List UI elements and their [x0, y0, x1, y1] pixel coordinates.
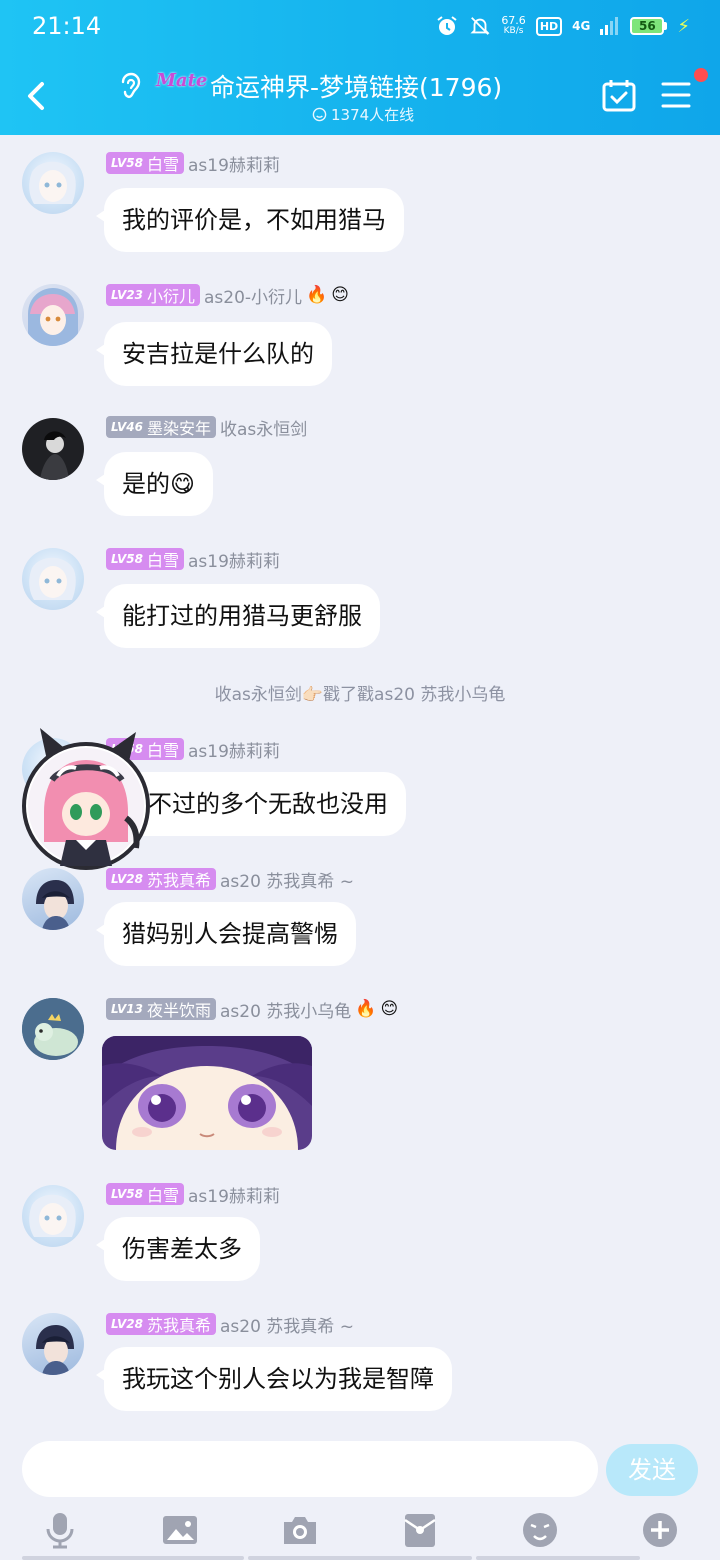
message-meta: LV58白雪 as19赫莉莉	[106, 1183, 280, 1207]
chat-message: LV58 白雪 as19赫莉莉 能打过的用猎马更舒服	[0, 548, 720, 658]
image-icon[interactable]	[160, 1510, 200, 1550]
send-button[interactable]: 发送	[606, 1444, 698, 1496]
battery-indicator: 56	[630, 17, 668, 35]
avatar[interactable]	[22, 548, 84, 610]
smile-flower-badge-icon: 😊	[380, 999, 399, 1019]
level-badge: LV13 夜半饮雨	[106, 998, 216, 1020]
chat-message: LV28 苏我真希 as20 苏我真希 ~ 我玩这个别人会以为我是智障	[0, 1313, 720, 1423]
message-bubble[interactable]: 伤害差太多	[96, 1217, 260, 1281]
chat-message: LV58 白雪 as19赫莉莉 伤害差太多	[0, 1183, 720, 1293]
avatar[interactable]	[22, 868, 84, 930]
message-bubble[interactable]: 是的😋	[95, 452, 214, 516]
notification-dot	[694, 68, 708, 82]
smile-flower-badge-icon: 😊	[331, 285, 349, 305]
user-subtitle: as20-小衍儿	[204, 287, 303, 308]
fire-badge-icon: 🔥	[306, 285, 328, 305]
app-header: 21:14 67.6 KB/s HD 4G 56 ⚡ Mate 命运神界-梦境链接…	[0, 0, 720, 135]
camera-icon[interactable]	[280, 1510, 320, 1550]
message-input[interactable]	[22, 1441, 598, 1497]
smile-circle-icon	[312, 107, 327, 122]
level-badge: LV58白雪	[106, 1183, 184, 1205]
chat-message: LV28 苏我真希 as20 苏我真希 ~ 猎妈别人会提高警惕	[0, 868, 720, 978]
message-meta: LV28 苏我真希 as20 苏我真希 ~	[106, 1313, 354, 1337]
fire-badge-icon: 🔥	[355, 999, 377, 1019]
level-badge: LV28 苏我真希	[106, 1313, 216, 1335]
chat-message: LV46 墨染安年 收as永恒剑 是的😋	[0, 416, 720, 526]
mic-icon[interactable]	[40, 1510, 80, 1550]
network-type: 4G	[572, 19, 591, 33]
status-icons: 67.6 KB/s HD 4G 56 ⚡	[435, 14, 690, 38]
level-badge: LV23 小衍儿	[106, 284, 200, 306]
avatar[interactable]	[22, 152, 84, 214]
level-badge: LV58白雪	[106, 548, 184, 570]
message-bubble[interactable]: 猎妈别人会提高警惕	[96, 902, 356, 966]
message-bubble[interactable]: 我的评价是，不如用猎马	[96, 188, 404, 252]
alarm-icon	[437, 16, 457, 35]
input-toolbar	[0, 1506, 720, 1560]
checkin-calendar-icon[interactable]	[602, 78, 636, 112]
message-meta: LV13 夜半饮雨 as20 苏我小乌龟 🔥 😊	[106, 998, 399, 1022]
status-time: 21:14	[32, 12, 102, 40]
signal-icon	[600, 17, 619, 35]
ear-icon[interactable]	[118, 72, 144, 102]
avatar[interactable]	[22, 284, 84, 346]
avatar[interactable]	[22, 1313, 84, 1375]
user-subtitle: as19赫莉莉	[188, 551, 280, 572]
chat-nav-bar: Mate 命运神界-梦境链接(1796) 1374人在线	[0, 56, 720, 135]
chat-message: LV13 夜半饮雨 as20 苏我小乌龟 🔥 😊	[0, 998, 720, 1158]
user-subtitle: as20 苏我真希 ~	[220, 871, 354, 892]
message-meta: LV58白雪 as19赫莉莉	[106, 152, 280, 176]
chat-message: LV23 小衍儿 as20-小衍儿 🔥 😊 安吉拉是什么队的	[0, 284, 720, 394]
message-bubble[interactable]: 安吉拉是什么队的	[96, 322, 332, 386]
message-meta: LV28 苏我真希 as20 苏我真希 ~	[106, 868, 354, 892]
red-packet-icon[interactable]	[400, 1510, 440, 1550]
group-logo: Mate	[156, 70, 208, 91]
user-subtitle: as20 苏我真希 ~	[220, 1316, 354, 1337]
level-badge: LV28 苏我真希	[106, 868, 216, 890]
message-meta: LV23 小衍儿 as20-小衍儿 🔥 😊	[106, 284, 349, 308]
avatar[interactable]	[22, 1185, 84, 1247]
avatar[interactable]	[22, 418, 84, 480]
user-subtitle: 收as永恒剑	[220, 419, 308, 440]
level-badge: LV58白雪	[106, 152, 184, 174]
online-count: 1374人在线	[312, 104, 414, 125]
user-subtitle: as19赫莉莉	[188, 1186, 280, 1207]
message-meta: LV58白雪 as19赫莉莉	[106, 548, 280, 572]
chat-message: LV58 白雪 as19赫莉莉 我的评价是，不如用猎马	[0, 150, 720, 260]
sticker-image[interactable]	[102, 1036, 312, 1150]
level-badge: LV46 墨染安年	[106, 416, 216, 438]
plus-icon[interactable]	[640, 1510, 680, 1550]
user-subtitle: as19赫莉莉	[188, 155, 280, 176]
message-meta: LV46 墨染安年 收as永恒剑	[106, 416, 308, 440]
back-arrow-icon[interactable]	[22, 76, 52, 116]
emoji-icon[interactable]	[520, 1510, 560, 1550]
user-subtitle: as19赫莉莉	[188, 741, 280, 762]
mute-bell-icon	[470, 17, 490, 35]
message-bubble[interactable]: 我玩这个别人会以为我是智障	[96, 1347, 452, 1411]
user-subtitle: as20 苏我小乌龟	[220, 1001, 352, 1022]
menu-icon[interactable]	[660, 80, 692, 110]
floating-avatar-bubble[interactable]	[22, 728, 154, 870]
status-bar: 21:14 67.6 KB/s HD 4G 56 ⚡	[0, 0, 720, 56]
avatar[interactable]	[22, 998, 84, 1060]
network-speed: 67.6 KB/s	[501, 14, 526, 36]
charging-icon: ⚡	[677, 15, 690, 37]
hd-badge: HD	[535, 16, 563, 36]
group-title[interactable]: 命运神界-梦境链接(1796)	[210, 68, 502, 104]
message-bubble[interactable]: 能打过的用猎马更舒服	[96, 584, 380, 648]
system-notice: 收as永恒剑👉🏻戳了戳as20 苏我小乌龟	[214, 685, 506, 705]
